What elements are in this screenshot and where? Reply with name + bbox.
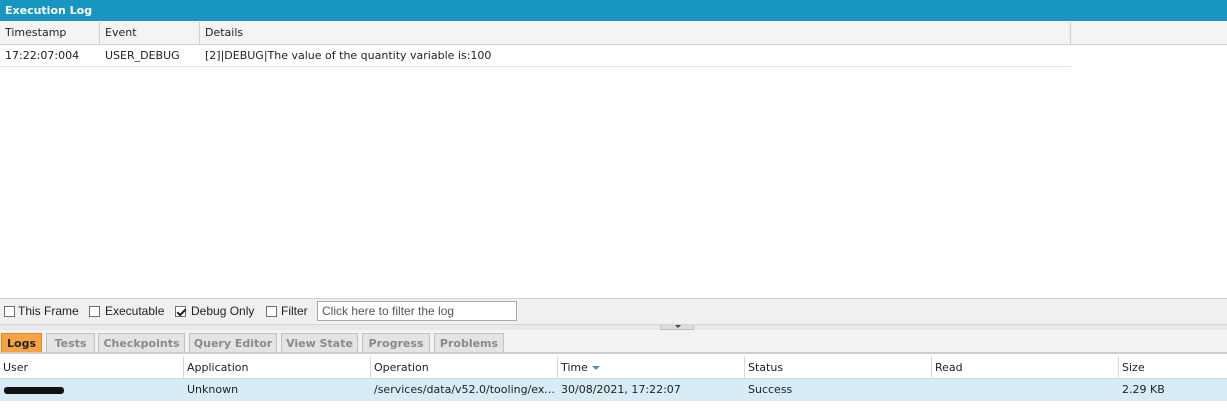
log-filter-bar: This Frame Executable Debug Only Filter …: [0, 298, 1227, 324]
log-empty-area: [0, 67, 1227, 297]
debug-only-label: Debug Only: [191, 304, 255, 318]
column-status[interactable]: Status: [745, 356, 932, 379]
row-status: Success: [748, 383, 793, 396]
filter-label: Filter: [281, 304, 308, 318]
column-timestamp[interactable]: Timestamp: [0, 22, 100, 44]
execution-log-title: Execution Log: [0, 0, 1227, 21]
column-details[interactable]: Details: [200, 22, 1071, 44]
column-size[interactable]: Size: [1119, 356, 1227, 379]
tab-checkpoints[interactable]: Checkpoints: [98, 333, 185, 352]
column-time[interactable]: Time: [558, 356, 745, 379]
row-time: 30/08/2021, 17:22:07: [561, 383, 681, 396]
executable-label: Executable: [105, 304, 165, 318]
logs-grid-row[interactable]: Unknown /services/data/v52.0/tooling/exe…: [0, 379, 1227, 401]
redacted-username: [4, 387, 64, 394]
filter-log-input[interactable]: Click here to filter the log: [317, 301, 517, 321]
tab-query-editor[interactable]: Query Editor: [189, 333, 277, 352]
sort-descending-icon: [591, 366, 600, 370]
log-details: [2]|DEBUG|The value of the quantity vari…: [205, 49, 492, 62]
tab-logs[interactable]: Logs: [1, 333, 42, 352]
row-read: [932, 379, 1119, 401]
log-table-header: Timestamp Event Details: [0, 22, 1227, 45]
row-user: [0, 379, 184, 401]
column-time-label: Time: [561, 361, 588, 374]
column-application[interactable]: Application: [184, 356, 371, 379]
column-read[interactable]: Read: [932, 356, 1119, 379]
bottom-tab-bar: Logs Tests Checkpoints Query Editor View…: [0, 330, 1227, 354]
column-event[interactable]: Event: [100, 22, 200, 44]
logs-grid-header: User Application Operation Time Status R…: [0, 356, 1227, 379]
executable-checkbox[interactable]: [89, 306, 100, 317]
row-application: Unknown: [187, 383, 239, 396]
log-event: USER_DEBUG: [105, 49, 180, 62]
tab-view-state[interactable]: View State: [281, 333, 358, 352]
row-operation: /services/data/v52.0/tooling/exec…: [374, 383, 558, 396]
column-user[interactable]: User: [0, 356, 184, 379]
tab-tests[interactable]: Tests: [46, 333, 95, 352]
filter-checkbox[interactable]: [266, 306, 277, 317]
debug-only-checkbox[interactable]: [175, 306, 186, 317]
column-operation[interactable]: Operation: [371, 356, 558, 379]
bottom-blank: [0, 401, 1227, 412]
log-timestamp: 17:22:07:004: [5, 49, 80, 62]
tab-progress[interactable]: Progress: [362, 333, 430, 352]
row-size: 2.29 KB: [1122, 383, 1165, 396]
column-spacer: [1071, 22, 1227, 44]
tab-problems[interactable]: Problems: [434, 333, 504, 352]
log-row[interactable]: 17:22:07:004 USER_DEBUG [2]|DEBUG|The va…: [0, 45, 1071, 67]
this-frame-checkbox[interactable]: [4, 306, 15, 317]
this-frame-label: This Frame: [18, 304, 79, 318]
